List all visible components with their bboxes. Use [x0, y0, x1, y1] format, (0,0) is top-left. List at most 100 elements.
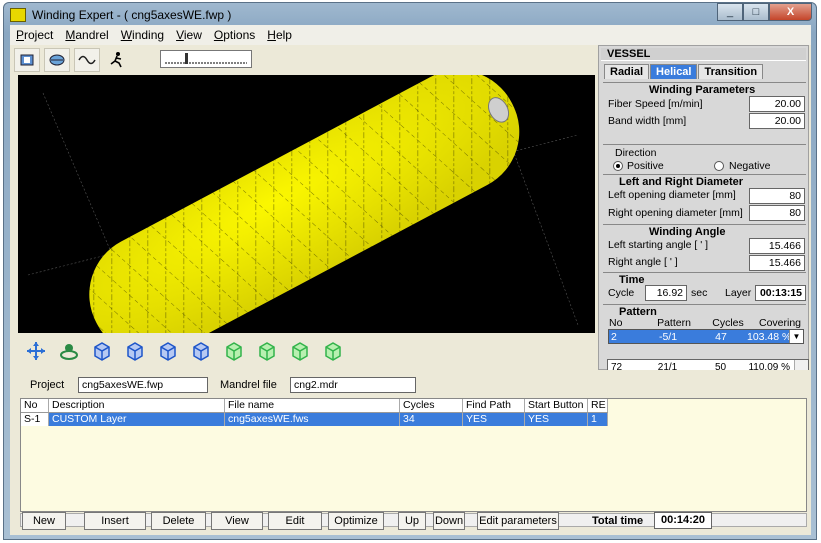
title-bar[interactable]: Winding Expert - ( cng5axesWE.fwp ) _ □ …	[4, 3, 816, 27]
fiber-speed-label: Fiber Speed [m/min]	[608, 98, 703, 110]
view-button[interactable]: View	[211, 512, 263, 530]
menu-label-rest: elp	[275, 28, 292, 42]
project-label: Project	[30, 379, 65, 391]
mandrel-file-label: Mandrel file	[220, 379, 277, 391]
menu-accel: V	[176, 28, 184, 42]
layer-time-field: 00:13:15	[755, 285, 806, 301]
mandrel-vessel	[27, 75, 579, 333]
run-icon[interactable]	[104, 48, 130, 72]
winding-params-title: Winding Parameters	[649, 84, 756, 96]
wave-icon[interactable]	[74, 48, 100, 72]
pan-icon[interactable]	[22, 338, 50, 364]
time-group	[603, 272, 806, 273]
left-angle-field[interactable]: 15.466	[749, 238, 805, 254]
edit-button[interactable]: Edit	[268, 512, 322, 530]
pattern-selected-cell: 103.48 %	[747, 330, 792, 343]
menu-winding[interactable]: Winding	[115, 28, 170, 42]
positive-radio[interactable]	[613, 161, 623, 171]
right-diameter-field[interactable]: 80	[749, 205, 805, 221]
pattern-selected-cell: 47	[715, 330, 727, 343]
tab-transition[interactable]: Transition	[698, 64, 764, 79]
rotate-icon[interactable]	[55, 338, 83, 364]
table-cell: cng5axesWE.fws	[225, 413, 400, 426]
cube-green-3-icon[interactable]	[286, 338, 314, 364]
menu-project[interactable]: Project	[10, 28, 59, 42]
tab-helical[interactable]: Helical	[650, 64, 698, 79]
pattern-header: No Pattern Cycles Covering	[609, 317, 807, 329]
pattern-col-no: No	[609, 317, 623, 329]
maximize-button[interactable]: □	[743, 3, 769, 21]
angle-group	[603, 224, 806, 225]
3d-viewport[interactable]	[18, 75, 595, 333]
table-header-cycles[interactable]: Cycles	[400, 399, 463, 412]
optimize-button[interactable]: Optimize	[328, 512, 384, 530]
menu-label-rest: inding	[132, 28, 165, 42]
cube-front-icon[interactable]	[88, 338, 116, 364]
table-header-start-button[interactable]: Start Button	[525, 399, 588, 412]
chevron-down-icon[interactable]: ▼	[789, 330, 803, 343]
band-width-field[interactable]: 20.00	[749, 113, 805, 129]
vessel-panel: VESSEL Radial Helical Transition Winding P…	[598, 45, 809, 370]
table-header-re[interactable]: RE	[588, 399, 608, 412]
cube-iso-icon[interactable]	[187, 338, 215, 364]
pattern-col-pattern: Pattern	[657, 317, 691, 329]
insert-button[interactable]: Insert	[84, 512, 146, 530]
right-angle-field[interactable]: 15.466	[749, 255, 805, 271]
mandrel-file-field[interactable]: cng2.mdr	[290, 377, 416, 393]
negative-label: Negative	[729, 160, 771, 172]
delete-button[interactable]: Delete	[151, 512, 206, 530]
speed-slider[interactable]	[160, 50, 252, 68]
menu-accel: W	[120, 28, 133, 42]
right-diameter-label: Right opening diameter [mm]	[608, 207, 743, 219]
diameter-title: Left and Right Diameter	[619, 176, 744, 188]
right-angle-label: Right angle [ ' ]	[608, 256, 678, 268]
menu-accel: M	[65, 28, 76, 42]
menu-mandrel[interactable]: Mandrel	[59, 28, 114, 42]
fiber-speed-field[interactable]: 20.00	[749, 96, 805, 112]
winding-params-group	[603, 82, 806, 83]
negative-radio[interactable]	[714, 161, 724, 171]
menu-options[interactable]: Options	[208, 28, 261, 42]
table-row[interactable]: S-1 CUSTOM Layer cng5axesWE.fws 34 YES YES 1	[21, 413, 608, 426]
panel-title: VESSEL	[601, 48, 806, 61]
menu-accel: O	[213, 28, 224, 42]
edit-parameters-button[interactable]: Edit parameters	[477, 512, 559, 530]
project-file-field[interactable]: cng5axesWE.fwp	[78, 377, 208, 393]
cube-side-icon[interactable]	[121, 338, 149, 364]
cube-green-4-icon[interactable]	[319, 338, 347, 364]
left-diameter-field[interactable]: 80	[749, 188, 805, 204]
mandrel-icon[interactable]	[44, 48, 70, 72]
layers-table: No Description File name Cycles Find Path Sta…	[20, 398, 807, 512]
cube-top-icon[interactable]	[154, 338, 182, 364]
table-header-description[interactable]: Description	[49, 399, 225, 412]
layers-table-header: No Description File name Cycles Find Path Sta…	[21, 399, 608, 413]
up-button[interactable]: Up	[398, 512, 426, 530]
table-header-find-path[interactable]: Find Path	[463, 399, 525, 412]
minimize-button[interactable]: _	[717, 3, 743, 21]
down-button[interactable]: Down	[433, 512, 465, 530]
pattern-col-cycles: Cycles	[712, 317, 744, 329]
menu-view[interactable]: View	[170, 28, 208, 42]
table-cell: 34	[400, 413, 463, 426]
layer-label: Layer	[725, 287, 752, 299]
app-logo-icon	[10, 8, 26, 22]
new-button[interactable]: New	[22, 512, 66, 530]
cube-green-2-icon[interactable]	[253, 338, 281, 364]
cycle-field[interactable]: 16.92	[645, 285, 687, 301]
table-cell: 1	[588, 413, 608, 426]
table-header-file-name[interactable]: File name	[225, 399, 400, 412]
menu-label-rest: roject	[24, 28, 54, 42]
cube-green-1-icon[interactable]	[220, 338, 248, 364]
window-title: Winding Expert - ( cng5axesWE.fwp )	[32, 8, 232, 22]
close-button[interactable]: X	[769, 3, 812, 21]
pattern-combo[interactable]: 2 -5/1 47 103.48 % ▼	[608, 329, 804, 344]
tab-radial[interactable]: Radial	[604, 64, 650, 79]
menu-label-rest: andrel	[75, 28, 109, 42]
action-buttons: Total time 00:14:20 New Insert Delete View E…	[18, 510, 809, 532]
menu-help[interactable]: Help	[261, 28, 298, 42]
total-time-label: Total time	[592, 515, 644, 527]
table-header-no[interactable]: No	[21, 399, 49, 412]
menu-accel: P	[16, 28, 25, 42]
pattern-selected-cell: 2	[611, 330, 617, 343]
machine-icon[interactable]	[14, 48, 40, 72]
